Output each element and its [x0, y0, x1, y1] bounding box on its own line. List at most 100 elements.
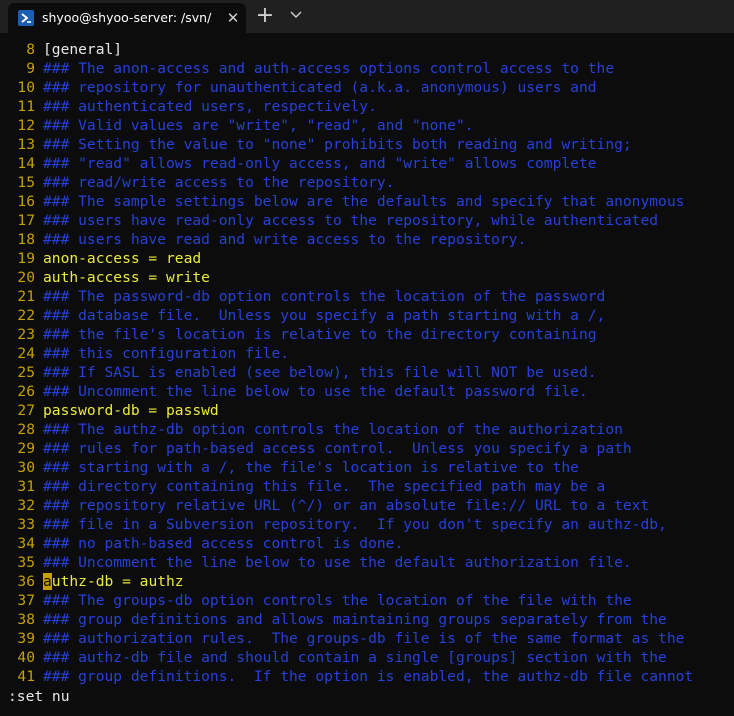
editor-line: 34 ### no path-based access control is do… — [0, 534, 734, 553]
line-number: 35 — [17, 554, 35, 571]
new-tab-button[interactable]: + — [253, 4, 277, 28]
line-number: 34 — [17, 535, 35, 552]
line-number: 9 — [26, 60, 35, 77]
line-number: 26 — [17, 383, 35, 400]
line-number: 10 — [17, 79, 35, 96]
comment-text: ### Uncomment the line below to use the … — [43, 554, 632, 571]
comment-text: ### group definitions. If the option is … — [43, 668, 694, 685]
line-number: 17 — [17, 212, 35, 229]
comment-text: ### authorization rules. The groups-db f… — [43, 630, 685, 647]
comment-text: ### users have read-only access to the r… — [43, 212, 659, 229]
editor-line: 40 ### authz-db file and should contain a… — [0, 648, 734, 667]
line-number: 40 — [17, 649, 35, 666]
editor-line: 37 ### The groups-db option controls the … — [0, 591, 734, 610]
comment-text: ### the file's location is relative to t… — [43, 326, 597, 343]
comment-text: ### The authz-db option controls the loc… — [43, 421, 623, 438]
editor-line: 41 ### group definitions. If the option i… — [0, 667, 734, 686]
editor-line: 33 ### file in a Subversion repository. I… — [0, 515, 734, 534]
line-number: 36 — [17, 573, 35, 590]
editor-line: 27 password-db = passwd — [0, 401, 734, 420]
comment-text: ### The groups-db option controls the lo… — [43, 592, 632, 609]
comment-text: ### If SASL is enabled (see below), this… — [43, 364, 597, 381]
editor-line: 11 ### authenticated users, respectively. — [0, 97, 734, 116]
line-number: 14 — [17, 155, 35, 172]
line-number: 15 — [17, 174, 35, 191]
comment-text: ### starting with a /, the file's locati… — [43, 459, 579, 476]
editor-line: 23 ### the file's location is relative to… — [0, 325, 734, 344]
editor-line: 29 ### rules for path-based access contro… — [0, 439, 734, 458]
comment-text: ### directory containing this file. The … — [43, 478, 606, 495]
line-number: 21 — [17, 288, 35, 305]
vim-buffer: 8 [general] 9 ### The anon-access and auth-… — [0, 40, 734, 686]
editor-line: 35 ### Uncomment the line below to use th… — [0, 553, 734, 572]
comment-text: ### no path-based access control is done… — [43, 535, 404, 552]
editor-line: 18 ### users have read and write access t… — [0, 230, 734, 249]
text-cursor: a — [43, 573, 52, 590]
editor-line: 13 ### Setting the value to "none" prohib… — [0, 135, 734, 154]
line-number: 23 — [17, 326, 35, 343]
line-number: 31 — [17, 478, 35, 495]
line-number: 25 — [17, 364, 35, 381]
terminal-tab[interactable]: shyoo@shyoo-server: /svn/svn ✕ — [8, 3, 246, 33]
title-bar: shyoo@shyoo-server: /svn/svn ✕ + — [0, 0, 734, 33]
comment-text: ### The sample settings below are the de… — [43, 193, 685, 210]
editor-line: 24 ### this configuration file. — [0, 344, 734, 363]
editor-line: 15 ### read/write access to the repositor… — [0, 173, 734, 192]
editor-line: 10 ### repository for unauthenticated (a.… — [0, 78, 734, 97]
line-number: 24 — [17, 345, 35, 362]
comment-text: ### The password-db option controls the … — [43, 288, 606, 305]
comment-text: ### file in a Subversion repository. If … — [43, 516, 667, 533]
editor-line: 16 ### The sample settings below are the … — [0, 192, 734, 211]
line-number: 13 — [17, 136, 35, 153]
editor-line: 20 auth-access = write — [0, 268, 734, 287]
comment-text: ### "read" allows read-only access, and … — [43, 155, 597, 172]
config-setting: anon-access = read — [43, 250, 202, 267]
comment-text: ### Valid values are "write", "read", an… — [43, 117, 474, 134]
editor-line: 36 authz-db = authz — [0, 572, 734, 591]
line-number: 11 — [17, 98, 35, 115]
line-number: 32 — [17, 497, 35, 514]
line-number: 27 — [17, 402, 35, 419]
comment-text: ### Setting the value to "none" prohibit… — [43, 136, 632, 153]
chevron-down-icon[interactable] — [284, 5, 308, 27]
editor-line: 26 ### Uncomment the line below to use th… — [0, 382, 734, 401]
section-header: [general] — [43, 41, 123, 58]
line-number: 8 — [26, 41, 35, 58]
line-number: 20 — [17, 269, 35, 286]
config-setting: auth-access = write — [43, 269, 210, 286]
tab-title: shyoo@shyoo-server: /svn/svn — [42, 10, 212, 25]
editor-line: 30 ### starting with a /, the file's loca… — [0, 458, 734, 477]
editor-line: 28 ### The authz-db option controls the l… — [0, 420, 734, 439]
config-setting: password-db = passwd — [43, 402, 219, 419]
line-number: 19 — [17, 250, 35, 267]
line-number: 28 — [17, 421, 35, 438]
close-tab-icon[interactable]: ✕ — [224, 9, 242, 27]
terminal-viewport[interactable]: 8 [general] 9 ### The anon-access and auth-… — [0, 33, 734, 716]
editor-line: 9 ### The anon-access and auth-access opt… — [0, 59, 734, 78]
comment-text: ### read/write access to the repository. — [43, 174, 395, 191]
comment-text: ### this configuration file. — [43, 345, 290, 362]
comment-text: ### The anon-access and auth-access opti… — [43, 60, 615, 77]
line-number: 39 — [17, 630, 35, 647]
config-setting: authz-db = authz — [43, 573, 184, 590]
comment-text: ### repository for unauthenticated (a.k.… — [43, 79, 597, 96]
comment-text: ### authenticated users, respectively. — [43, 98, 377, 115]
line-number: 16 — [17, 193, 35, 210]
editor-line: 39 ### authorization rules. The groups-db… — [0, 629, 734, 648]
editor-line: 32 ### repository relative URL (^/) or an… — [0, 496, 734, 515]
editor-line: 38 ### group definitions and allows maint… — [0, 610, 734, 629]
comment-text: ### database file. Unless you specify a … — [43, 307, 606, 324]
editor-line: 25 ### If SASL is enabled (see below), th… — [0, 363, 734, 382]
line-number: 12 — [17, 117, 35, 134]
editor-line: 12 ### Valid values are "write", "read", … — [0, 116, 734, 135]
comment-text: ### users have read and write access to … — [43, 231, 527, 248]
comment-text: ### repository relative URL (^/) or an a… — [43, 497, 650, 514]
comment-text: ### authz-db file and should contain a s… — [43, 649, 667, 666]
editor-line: 17 ### users have read-only access to the… — [0, 211, 734, 230]
editor-line: 19 anon-access = read — [0, 249, 734, 268]
editor-line: 14 ### "read" allows read-only access, an… — [0, 154, 734, 173]
editor-line: 21 ### The password-db option controls th… — [0, 287, 734, 306]
editor-line: 22 ### database file. Unless you specify … — [0, 306, 734, 325]
vim-command-line: :set nu — [8, 688, 70, 705]
editor-line: 8 [general] — [0, 40, 734, 59]
